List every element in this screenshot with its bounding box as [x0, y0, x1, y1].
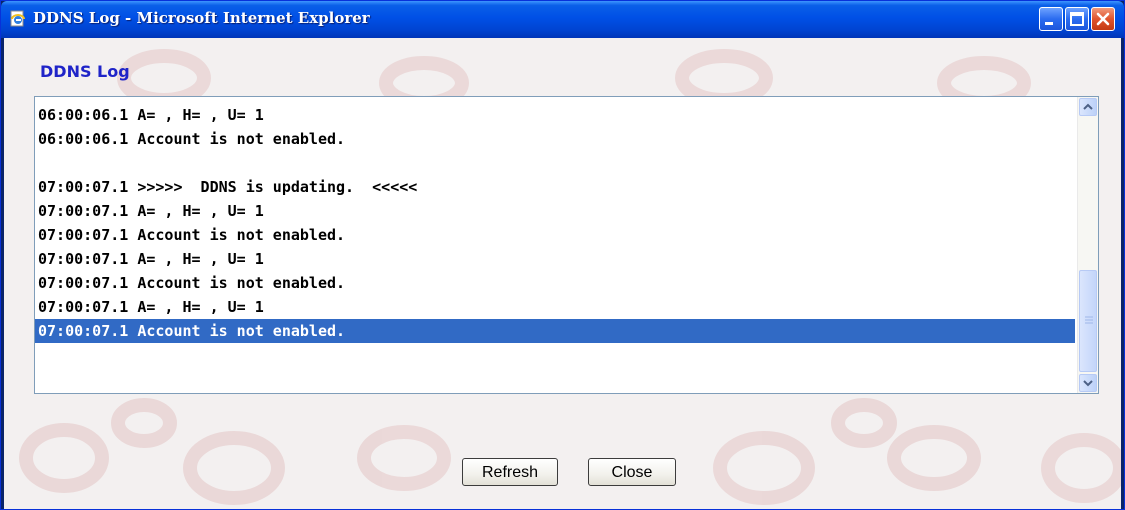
log-textarea[interactable]: 06:00:06.1 A= , H= , U= 1 06:00:06.1 Acco… — [34, 96, 1099, 394]
chevron-up-icon — [1083, 103, 1093, 110]
scroll-up-button[interactable] — [1079, 98, 1097, 116]
title-bar[interactable]: DDNS Log - Microsoft Internet Explorer — [1, 1, 1124, 38]
grip-icon — [1085, 316, 1093, 324]
vertical-scrollbar[interactable] — [1077, 97, 1098, 393]
scroll-thumb[interactable] — [1079, 270, 1097, 372]
chevron-down-icon — [1083, 380, 1093, 387]
log-line[interactable]: 06:00:06.1 Account is not enabled. — [35, 127, 1075, 151]
log-line[interactable]: 07:00:07.1 Account is not enabled. — [35, 223, 1075, 247]
minimize-button[interactable] — [1039, 7, 1063, 31]
page-content: DDNS Log 06:00:06.1 A= , H= , U= 1 06:00:… — [4, 38, 1121, 509]
log-line[interactable]: 07:00:07.1 A= , H= , U= 1 — [35, 247, 1075, 271]
refresh-button[interactable]: Refresh — [462, 458, 558, 486]
close-window-button[interactable] — [1091, 7, 1115, 31]
page-title: DDNS Log — [40, 62, 130, 81]
log-lines: 06:00:06.1 A= , H= , U= 1 06:00:06.1 Acco… — [35, 103, 1075, 343]
ie-page-icon[interactable] — [9, 10, 27, 28]
log-line[interactable]: 06:00:06.1 A= , H= , U= 1 — [35, 103, 1075, 127]
minimize-icon — [1045, 22, 1053, 25]
scroll-down-button[interactable] — [1079, 374, 1097, 392]
window-title: DDNS Log - Microsoft Internet Explorer — [33, 9, 370, 27]
close-button[interactable]: Close — [588, 458, 676, 486]
log-line[interactable]: 07:00:07.1 Account is not enabled. — [35, 271, 1075, 295]
log-line[interactable]: 07:00:07.1 A= , H= , U= 1 — [35, 199, 1075, 223]
log-line[interactable]: 07:00:07.1 Account is not enabled. — [35, 319, 1075, 343]
browser-window: DDNS Log - Microsoft Internet Explorer D… — [0, 0, 1125, 510]
log-line[interactable]: 07:00:07.1 A= , H= , U= 1 — [35, 295, 1075, 319]
log-line[interactable]: 07:00:07.1 >>>>> DDNS is updating. <<<<< — [35, 175, 1075, 199]
maximize-icon — [1070, 12, 1084, 26]
log-line[interactable] — [35, 151, 1075, 175]
close-icon — [1096, 12, 1110, 26]
maximize-button[interactable] — [1065, 7, 1089, 31]
